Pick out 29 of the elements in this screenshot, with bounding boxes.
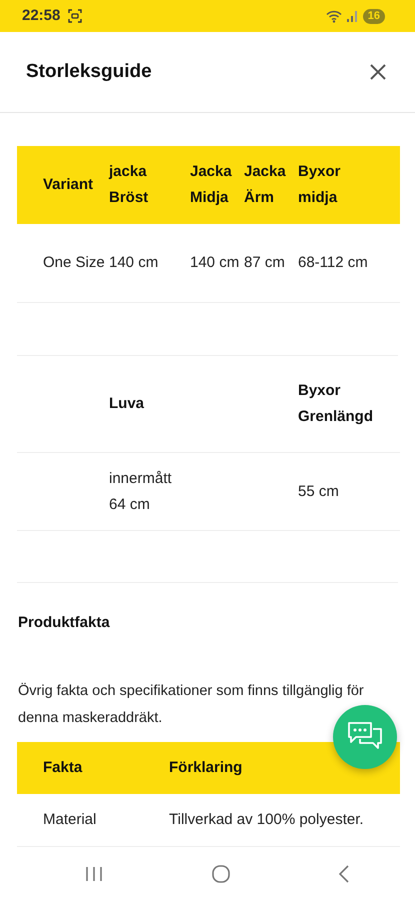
- table-cell: innermått 64 cm: [107, 452, 188, 530]
- table-cell: Tillverkad av 100% polyester.: [143, 794, 400, 846]
- table-cell: 68-112 cm: [296, 224, 400, 302]
- column-header: Fakta: [17, 742, 143, 794]
- table-cell: Material: [17, 794, 143, 846]
- table-cell: 140 cm: [188, 224, 242, 302]
- column-header: Byxor Grenlängd: [296, 356, 400, 452]
- table-cell: 55 cm: [296, 452, 400, 530]
- column-header: Jacka Midja: [188, 146, 242, 224]
- screenshot-icon: [68, 9, 82, 23]
- column-header: Variant: [17, 146, 107, 224]
- home-icon: [210, 864, 230, 884]
- clock-time: 22:58: [22, 6, 60, 26]
- description-text: Övrig fakta och specifikationer som finns tillgänglig för denna maskeraddräkt.: [18, 682, 365, 728]
- column-header: Jacka Ärm: [242, 146, 296, 224]
- dialog-title: Storleksguide: [26, 60, 152, 84]
- table-cell: 140 cm: [107, 224, 188, 302]
- wifi-icon: [326, 10, 343, 22]
- column-header: jacka Bröst: [107, 146, 188, 224]
- battery-indicator: 16: [362, 8, 385, 24]
- table-cell: 87 cm: [242, 224, 296, 302]
- signal-icon: [346, 10, 359, 22]
- back-icon: [337, 864, 351, 884]
- close-icon: [369, 63, 387, 81]
- column-header: Byxor midja: [296, 146, 400, 224]
- section-heading: Produktfakta: [18, 613, 111, 633]
- column-header: Luva: [107, 356, 188, 452]
- table-cell: One Size: [17, 224, 107, 302]
- three-lines-icon: [84, 865, 104, 883]
